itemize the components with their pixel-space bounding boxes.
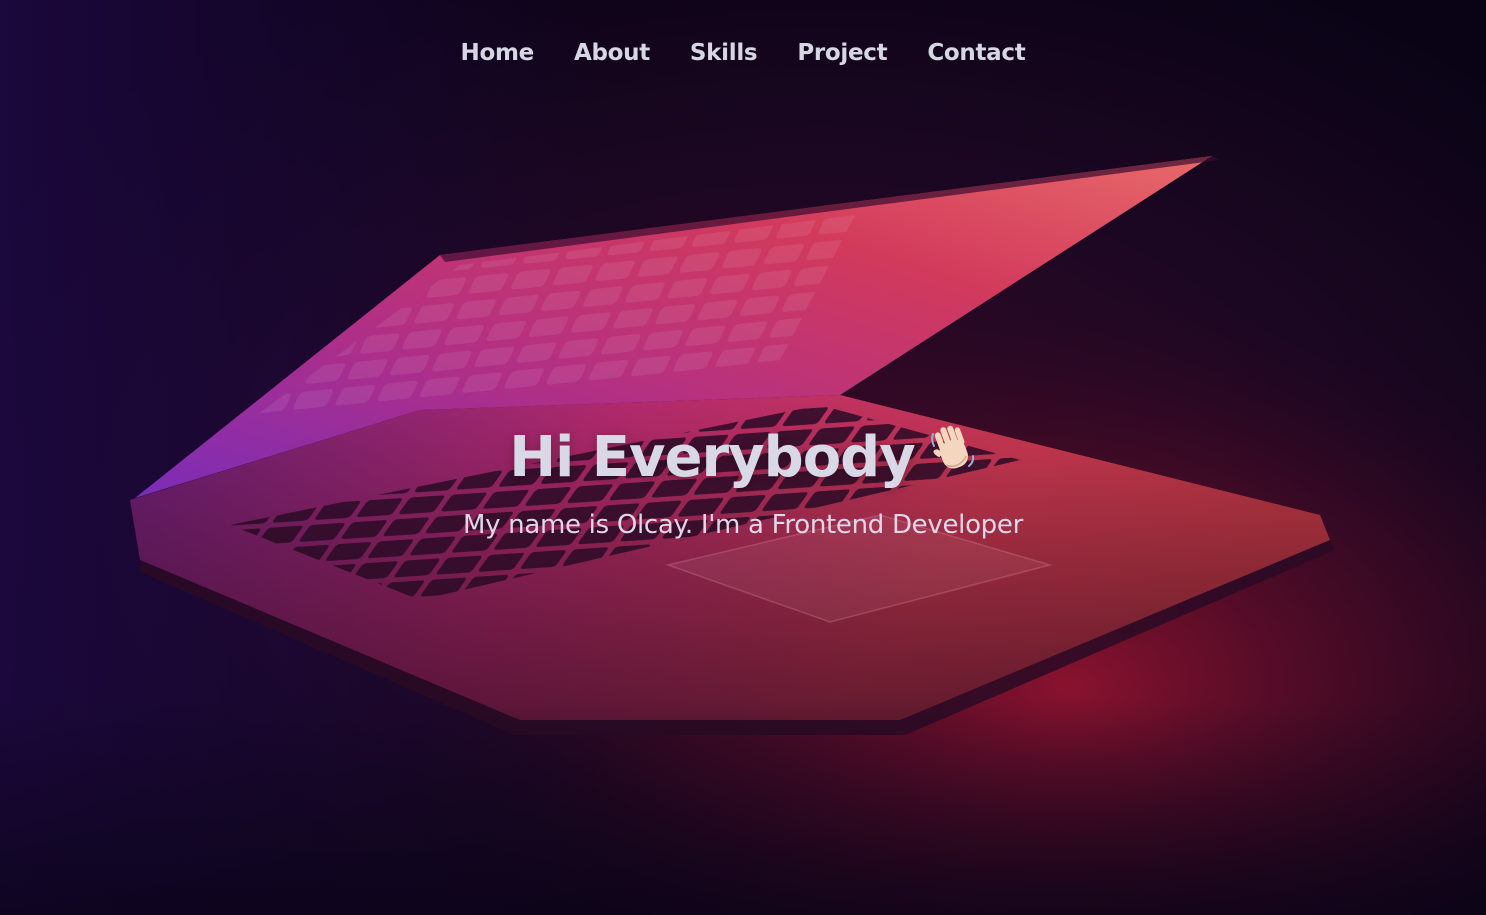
nav-about[interactable]: About — [574, 40, 650, 66]
hero-section: Hi Everybody My name is Olcay. I'm a Fro… — [0, 420, 1486, 540]
main-nav: Home About Skills Project Contact — [0, 0, 1486, 115]
page: Home About Skills Project Contact Hi Eve… — [0, 0, 1486, 915]
hero-title-text: Hi Everybody — [509, 425, 916, 490]
waving-hand-icon — [929, 418, 977, 494]
hero-title: Hi Everybody — [0, 420, 1486, 496]
nav-home[interactable]: Home — [461, 40, 535, 66]
hero-subtitle: My name is Olcay. I'm a Frontend Develop… — [463, 510, 1023, 540]
nav-skills[interactable]: Skills — [690, 40, 758, 66]
nav-contact[interactable]: Contact — [927, 40, 1025, 66]
nav-project[interactable]: Project — [797, 40, 887, 66]
